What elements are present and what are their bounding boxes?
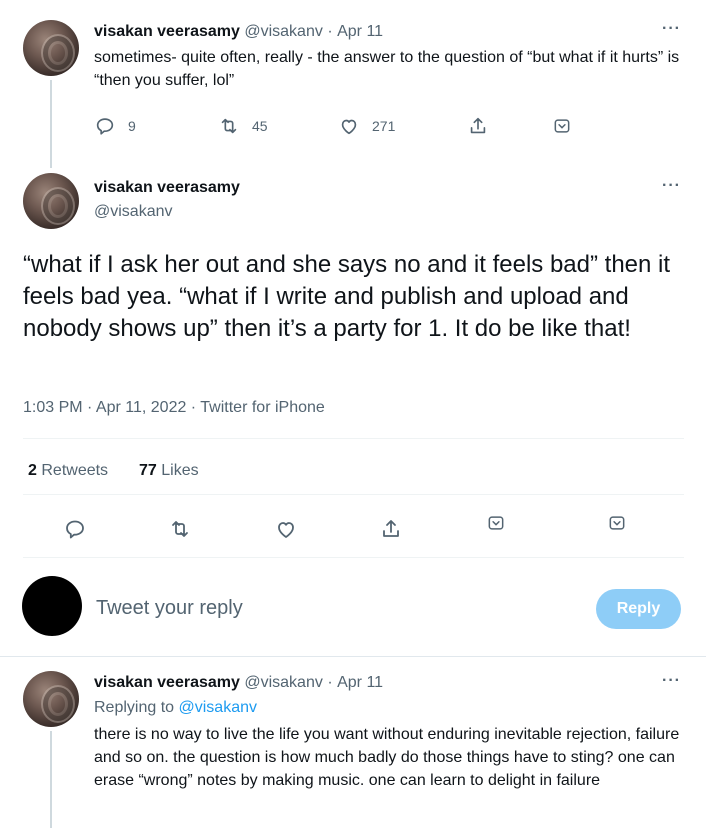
retweet-icon bbox=[172, 521, 188, 537]
divider-compose-top bbox=[23, 557, 684, 558]
thread-connector bbox=[50, 80, 52, 168]
retweets-count: 2 bbox=[28, 462, 37, 479]
retweet-icon bbox=[221, 118, 237, 134]
tweet1-author-name[interactable]: visakan veerasamy bbox=[94, 23, 240, 40]
reply-input[interactable]: Tweet your reply bbox=[96, 597, 243, 620]
tweet1-header: visakan veerasamy @visakanv · Apr 11 bbox=[94, 23, 383, 41]
tweet1-retweet-button[interactable]: 45 bbox=[218, 115, 268, 137]
reply-tweet-text: there is no way to live the life you wan… bbox=[94, 726, 680, 789]
main-tweet-more-icon[interactable]: ··· bbox=[662, 177, 681, 195]
tweet1-separator: · bbox=[327, 23, 333, 40]
tip-icon bbox=[554, 119, 570, 133]
reply-icon bbox=[66, 520, 84, 539]
share-icon bbox=[383, 520, 399, 537]
tip-icon bbox=[609, 516, 625, 530]
likes-label: Likes bbox=[161, 462, 199, 479]
reply-tweet-more-icon[interactable]: ··· bbox=[662, 672, 681, 690]
reply-tweet-separator: · bbox=[327, 674, 333, 691]
main-tweet-text: “what if I ask her out and she says no a… bbox=[23, 251, 671, 342]
replying-to-handle[interactable]: @visakanv bbox=[179, 699, 258, 716]
compose-avatar bbox=[22, 576, 82, 636]
tweet1-like-button[interactable]: 271 bbox=[338, 115, 395, 137]
divider-stats-bottom bbox=[23, 494, 684, 495]
main-tweet-handle[interactable]: @visakanv bbox=[94, 203, 173, 221]
avatar-main-tweet[interactable] bbox=[23, 173, 79, 229]
likes-count: 77 bbox=[139, 462, 157, 479]
reply-icon bbox=[96, 118, 114, 135]
tweet1-date[interactable]: Apr 11 bbox=[337, 23, 383, 40]
main-tweet-tip-button-2[interactable] bbox=[607, 513, 627, 533]
reply-tweet-author-name[interactable]: visakan veerasamy bbox=[94, 674, 240, 691]
main-tweet-tip-button[interactable] bbox=[486, 513, 506, 533]
main-tweet-retweet-button[interactable] bbox=[168, 517, 192, 541]
reply-tweet-header: visakan veerasamy @visakanv · Apr 11 bbox=[94, 674, 383, 692]
avatar-tweet1[interactable] bbox=[23, 20, 79, 76]
main-tweet-timestamp[interactable]: 1:03 PM · Apr 11, 2022 · Twitter for iPh… bbox=[23, 399, 325, 417]
share-icon bbox=[470, 117, 486, 134]
reply-tweet-handle[interactable]: @visakanv bbox=[244, 674, 323, 691]
tweet1-reply-button[interactable]: 9 bbox=[94, 115, 136, 137]
thread-connector-reply bbox=[50, 731, 52, 828]
reply-button[interactable]: Reply bbox=[596, 589, 681, 629]
replying-to-label: Replying to bbox=[94, 699, 175, 716]
like-icon bbox=[278, 522, 294, 538]
tip-icon bbox=[488, 516, 504, 530]
retweets-label: Retweets bbox=[41, 462, 109, 479]
tweet1-reply-count: 9 bbox=[128, 118, 136, 134]
like-icon bbox=[341, 119, 357, 135]
tweet1-retweet-count: 45 bbox=[252, 118, 268, 134]
main-tweet-author-name[interactable]: visakan veerasamy bbox=[94, 179, 240, 197]
divider-compose-bottom bbox=[0, 656, 706, 657]
main-tweet-retweets-stat[interactable]: 2 Retweets bbox=[28, 462, 108, 480]
tweet1-like-count: 271 bbox=[372, 118, 396, 134]
main-tweet-like-button[interactable] bbox=[274, 517, 298, 541]
reply-tweet-date[interactable]: Apr 11 bbox=[337, 674, 383, 691]
replying-to: Replying to @visakanv bbox=[94, 699, 257, 717]
main-tweet-share-button[interactable] bbox=[379, 517, 403, 541]
tweet1-more-icon[interactable]: ··· bbox=[662, 20, 681, 38]
tweet1-share-button[interactable] bbox=[467, 115, 489, 137]
avatar-reply-tweet[interactable] bbox=[23, 671, 79, 727]
divider-stats-top bbox=[23, 438, 684, 439]
main-tweet-likes-stat[interactable]: 77 Likes bbox=[139, 462, 199, 480]
tweet1-text: sometimes- quite often, really - the ans… bbox=[94, 49, 680, 89]
tweet1-handle[interactable]: @visakanv bbox=[244, 23, 323, 40]
main-tweet-reply-button[interactable] bbox=[63, 517, 87, 541]
tweet1-tip-button[interactable] bbox=[552, 116, 572, 136]
